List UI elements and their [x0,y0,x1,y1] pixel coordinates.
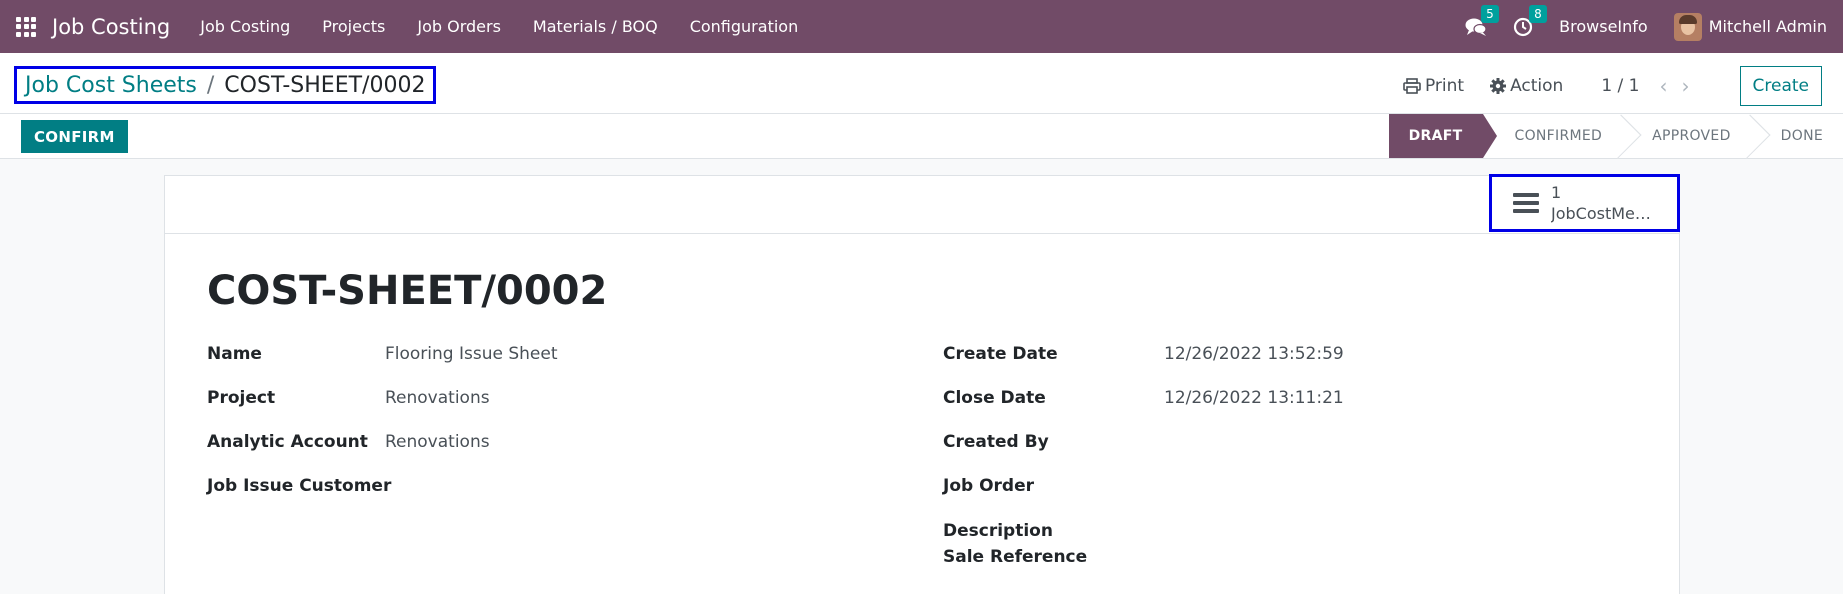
app-name[interactable]: Job Costing [52,15,170,39]
pager-next-icon[interactable]: › [1682,74,1690,98]
confirm-button[interactable]: CONFIRM [21,120,128,153]
field-close-date-label: Close Date [943,388,1046,408]
field-name-label: Name [207,344,262,364]
breadcrumb-current: COST-SHEET/0002 [224,72,426,98]
user-menu[interactable]: Mitchell Admin [1673,12,1827,41]
field-created-by-label: Created By [943,432,1049,452]
stage-approved-label: APPROVED [1652,128,1731,144]
job-cost-smart-button[interactable]: 1 JobCostMe… [1489,174,1680,232]
app-grid-icon[interactable] [16,16,36,37]
print-icon [1403,78,1421,94]
field-job-issue-customer-label: Job Issue Customer [207,476,392,496]
action-button[interactable]: Action [1490,76,1563,96]
stage-confirmed[interactable]: CONFIRMED [1483,114,1627,158]
company-switcher[interactable]: BrowseInfo [1559,17,1648,36]
systray: 5 8 BrowseInfo Mitchell Admin [1465,0,1843,53]
messages-button[interactable]: 5 [1465,4,1499,37]
field-create-date-label: Create Date [943,344,1058,364]
pager-previous-icon[interactable]: ‹ [1660,74,1668,98]
print-button[interactable]: Print [1403,76,1464,96]
activities-button[interactable]: 8 [1513,4,1547,37]
field-project-value[interactable]: Renovations [385,388,490,408]
stage-approved[interactable]: APPROVED [1626,114,1755,158]
status-bar: DRAFT CONFIRMED APPROVED DONE [1388,114,1843,158]
menu-item-job-costing[interactable]: Job Costing [184,0,306,53]
form-sheet: 1 JobCostMe… COST-SHEET/0002 Name Floori… [164,174,1680,594]
print-label: Print [1424,76,1465,96]
record-title: COST-SHEET/0002 [207,268,608,314]
avatar [1673,12,1702,41]
field-project-label: Project [207,388,276,408]
create-button[interactable]: Create [1739,66,1822,106]
smart-button-label: JobCostMe… [1551,204,1651,223]
form-header: CONFIRM DRAFT CONFIRMED APPROVED DONE [0,113,1843,159]
field-job-order-label: Job Order [943,476,1035,496]
main-menu: Job Costing Projects Job Orders Material… [184,0,814,53]
gear-icon [1490,78,1507,94]
menu-item-job-orders[interactable]: Job Orders [401,0,517,53]
field-analytic-account-value[interactable]: Renovations [385,432,490,452]
field-create-date-value[interactable]: 12/26/2022 13:52:59 [1164,344,1344,364]
pager-arrows: ‹ › [1660,74,1704,98]
field-name-value[interactable]: Flooring Issue Sheet [385,344,558,364]
stage-confirmed-label: CONFIRMED [1514,128,1603,144]
menu-item-configuration[interactable]: Configuration [674,0,815,53]
control-panel: Job Cost Sheets / COST-SHEET/0002 Print … [0,53,1843,114]
breadcrumb: Job Cost Sheets / COST-SHEET/0002 [14,66,437,104]
menu-item-materials-boq[interactable]: Materials / BOQ [517,0,674,53]
list-icon [1513,191,1539,215]
smart-button-box: 1 JobCostMe… [165,174,1680,234]
control-panel-actions: Print Action 1 / 1 ‹ › Create [1403,66,1843,106]
field-close-date-value[interactable]: 12/26/2022 13:11:21 [1164,388,1344,408]
menu-item-projects[interactable]: Projects [306,0,401,53]
pager-value[interactable]: 1 / 1 [1601,76,1639,96]
field-analytic-account-label: Analytic Account [207,432,368,452]
messages-badge: 5 [1481,4,1499,23]
field-description-sale-reference-label: Description Sale Reference [943,521,1088,567]
activities-badge: 8 [1529,4,1547,23]
breadcrumb-parent-link[interactable]: Job Cost Sheets [25,73,197,98]
user-name: Mitchell Admin [1708,17,1827,36]
stage-done-label: DONE [1780,128,1823,144]
stage-draft[interactable]: DRAFT [1388,114,1497,158]
smart-button-count: 1 [1551,183,1562,202]
smart-button-text: 1 JobCostMe… [1551,182,1666,224]
breadcrumb-separator: / [206,72,215,98]
action-label: Action [1510,76,1564,96]
top-navbar: Job Costing Job Costing Projects Job Ord… [0,0,1843,53]
